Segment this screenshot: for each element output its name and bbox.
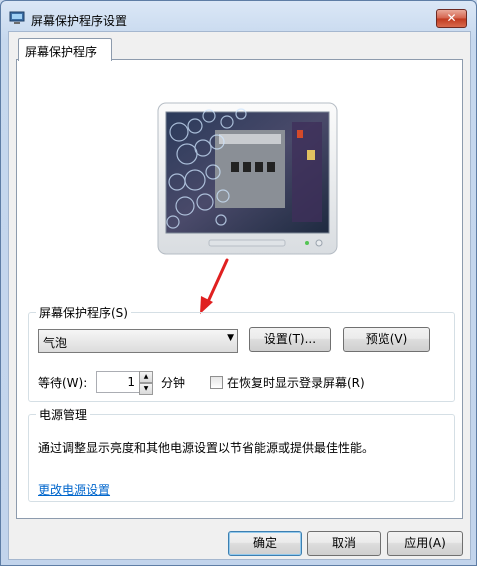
apply-button-label: 应用(A) [404,536,446,550]
ok-button[interactable]: 确定 [228,531,302,556]
tab-panel: 屏幕保护程序(S) 气泡 ▼ 设置(T)... 预览(V) 等待(W): 1 ▲ [16,59,463,519]
screensaver-preview-monitor [157,102,338,255]
wait-minutes-stepper[interactable]: ▲ ▼ [139,371,153,395]
power-description: 通过调整显示亮度和其他电源设置以节省能源或提供最佳性能。 [38,441,375,455]
client-area: 屏幕保护程序 屏幕保护程序(S) 气泡 ▼ 设置(T)... 预览(V) 等待(… [8,31,471,560]
preview-button-label: 预览(V) [365,332,408,346]
close-button[interactable]: ✕ [436,9,467,28]
change-power-settings-link[interactable]: 更改电源设置 [38,481,110,498]
cancel-button-label: 取消 [331,536,356,550]
window-title: 屏幕保护程序设置 [31,14,128,28]
resume-login-checkbox-label[interactable]: 在恢复时显示登录屏幕(R) [227,374,365,391]
screensaver-select-value: 气泡 [43,336,68,350]
chevron-down-icon: ▼ [227,333,234,343]
wait-label: 等待(W): [38,376,88,390]
settings-button[interactable]: 设置(T)... [249,327,331,352]
wait-minutes-input[interactable]: 1 [96,371,140,393]
dialog-window: 屏幕保护程序设置 ✕ 屏幕保护程序 屏幕保护程序(S) 气泡 ▼ 设置(T)..… [0,0,477,566]
title-bar: 屏幕保护程序设置 ✕ [1,1,476,35]
screensaver-group-label: 屏幕保护程序(S) [36,304,131,321]
tab-screensaver[interactable]: 屏幕保护程序 [18,38,112,61]
annotation-arrow [200,258,229,314]
settings-button-label: 设置(T)... [263,332,317,346]
display-settings-icon [9,11,25,24]
screensaver-group: 屏幕保护程序(S) 气泡 ▼ 设置(T)... 预览(V) 等待(W): 1 ▲ [28,304,455,402]
power-management-group: 电源管理 通过调整显示亮度和其他电源设置以节省能源或提供最佳性能。 更改电源设置 [28,406,455,502]
stepper-down-icon[interactable]: ▼ [139,383,153,395]
wait-unit-label: 分钟 [161,376,186,390]
apply-button[interactable]: 应用(A) [387,531,463,556]
preview-button[interactable]: 预览(V) [343,327,430,352]
screensaver-select[interactable]: 气泡 ▼ [38,329,238,353]
ok-button-label: 确定 [252,536,277,550]
resume-login-checkbox[interactable] [210,376,223,389]
cancel-button[interactable]: 取消 [307,531,381,556]
close-icon: ✕ [446,11,457,25]
tab-label: 屏幕保护程序 [25,45,98,59]
stepper-up-icon[interactable]: ▲ [139,371,153,383]
wait-minutes-value: 1 [127,375,135,389]
power-group-label: 电源管理 [36,406,91,423]
